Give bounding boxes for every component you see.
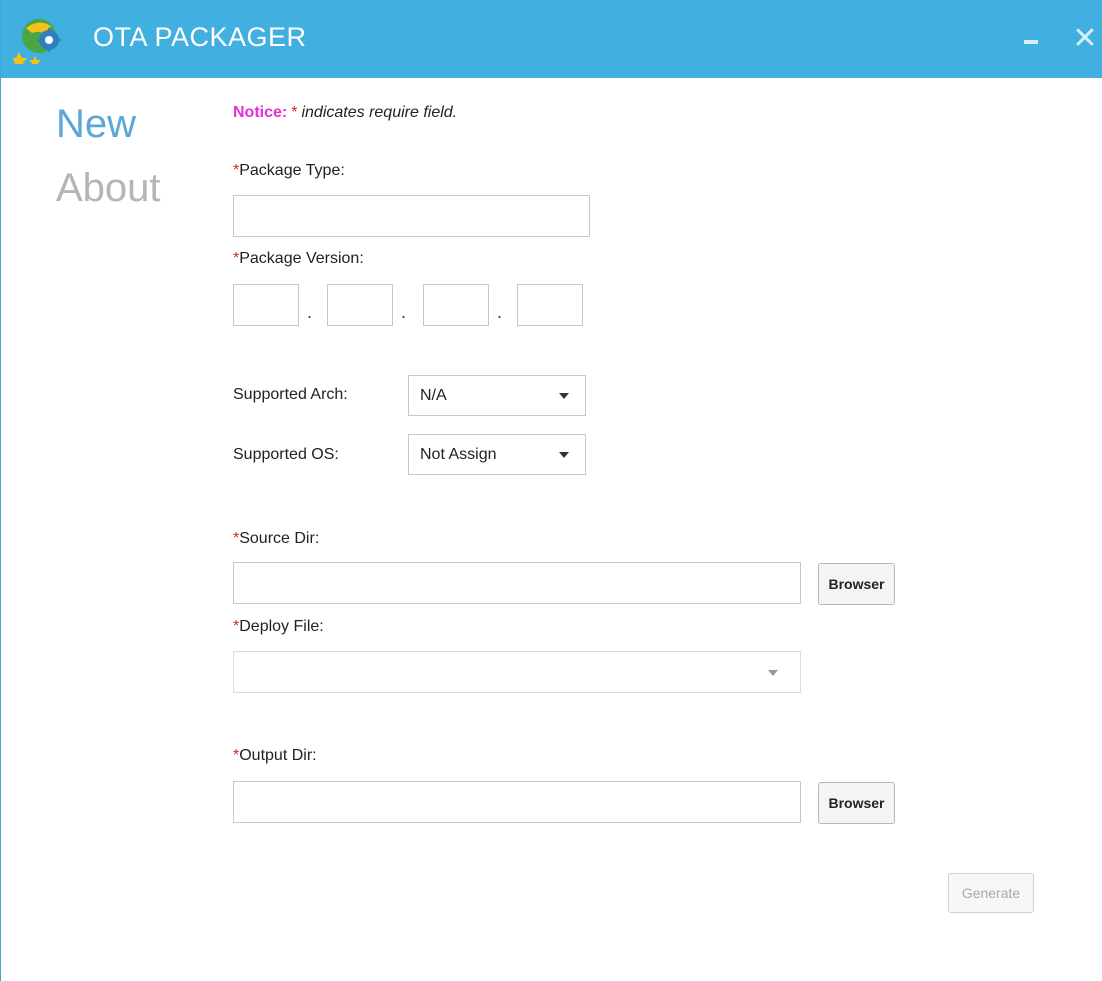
version-major-input[interactable] (233, 284, 299, 326)
source-dir-label: *Source Dir: (233, 530, 319, 548)
required-notice: Notice: * indicates require field. (233, 104, 457, 122)
close-button[interactable]: ✕ (1067, 18, 1102, 58)
output-dir-browse-button[interactable]: Browser (818, 782, 895, 824)
source-dir-browse-button[interactable]: Browser (818, 563, 895, 605)
nav-item-about[interactable]: About (56, 166, 161, 211)
window-title: OTA PACKAGER (93, 22, 307, 52)
supported-arch-value: N/A (420, 387, 447, 404)
chevron-down-icon (559, 452, 569, 458)
chevron-down-icon (768, 670, 778, 676)
source-dir-input[interactable] (233, 562, 801, 604)
version-revision-input[interactable] (517, 284, 583, 326)
generate-button[interactable]: Generate (948, 873, 1034, 913)
notice-star: * (291, 104, 298, 121)
package-type-input[interactable] (233, 195, 590, 237)
package-version-label-text: Package Version: (239, 250, 364, 267)
chevron-down-icon (559, 393, 569, 399)
source-dir-label-text: Source Dir: (239, 530, 320, 547)
version-separator: . (497, 303, 503, 322)
package-version-label: *Package Version: (233, 250, 364, 268)
deploy-file-label-text: Deploy File: (239, 618, 324, 635)
package-type-label-text: Package Type: (239, 162, 345, 179)
app-logo-icon (13, 19, 62, 64)
supported-os-value: Not Assign (420, 446, 497, 463)
version-minor-input[interactable] (327, 284, 393, 326)
version-separator: . (401, 303, 407, 322)
output-dir-label: *Output Dir: (233, 747, 317, 765)
output-dir-input[interactable] (233, 781, 801, 823)
supported-os-select[interactable]: Not Assign (408, 434, 586, 475)
notice-label: Notice: (233, 104, 288, 121)
close-icon: ✕ (1072, 20, 1098, 56)
version-separator: . (307, 303, 313, 322)
version-build-input[interactable] (423, 284, 489, 326)
supported-arch-label: Supported Arch: (233, 386, 348, 403)
supported-arch-select[interactable]: N/A (408, 375, 586, 416)
package-type-label: *Package Type: (233, 162, 345, 180)
output-dir-label-text: Output Dir: (239, 747, 317, 764)
title-bar[interactable]: OTA PACKAGER ✕ (1, 0, 1102, 78)
minimize-button[interactable] (1013, 18, 1049, 58)
notice-text: indicates require field. (301, 104, 458, 121)
nav-item-new[interactable]: New (56, 102, 136, 147)
supported-os-label: Supported OS: (233, 446, 339, 463)
minimize-icon (1024, 40, 1038, 44)
app-window: OTA PACKAGER ✕ New About Notice: * indicat… (0, 0, 1102, 981)
deploy-file-label: *Deploy File: (233, 618, 324, 636)
deploy-file-select[interactable] (233, 651, 801, 693)
